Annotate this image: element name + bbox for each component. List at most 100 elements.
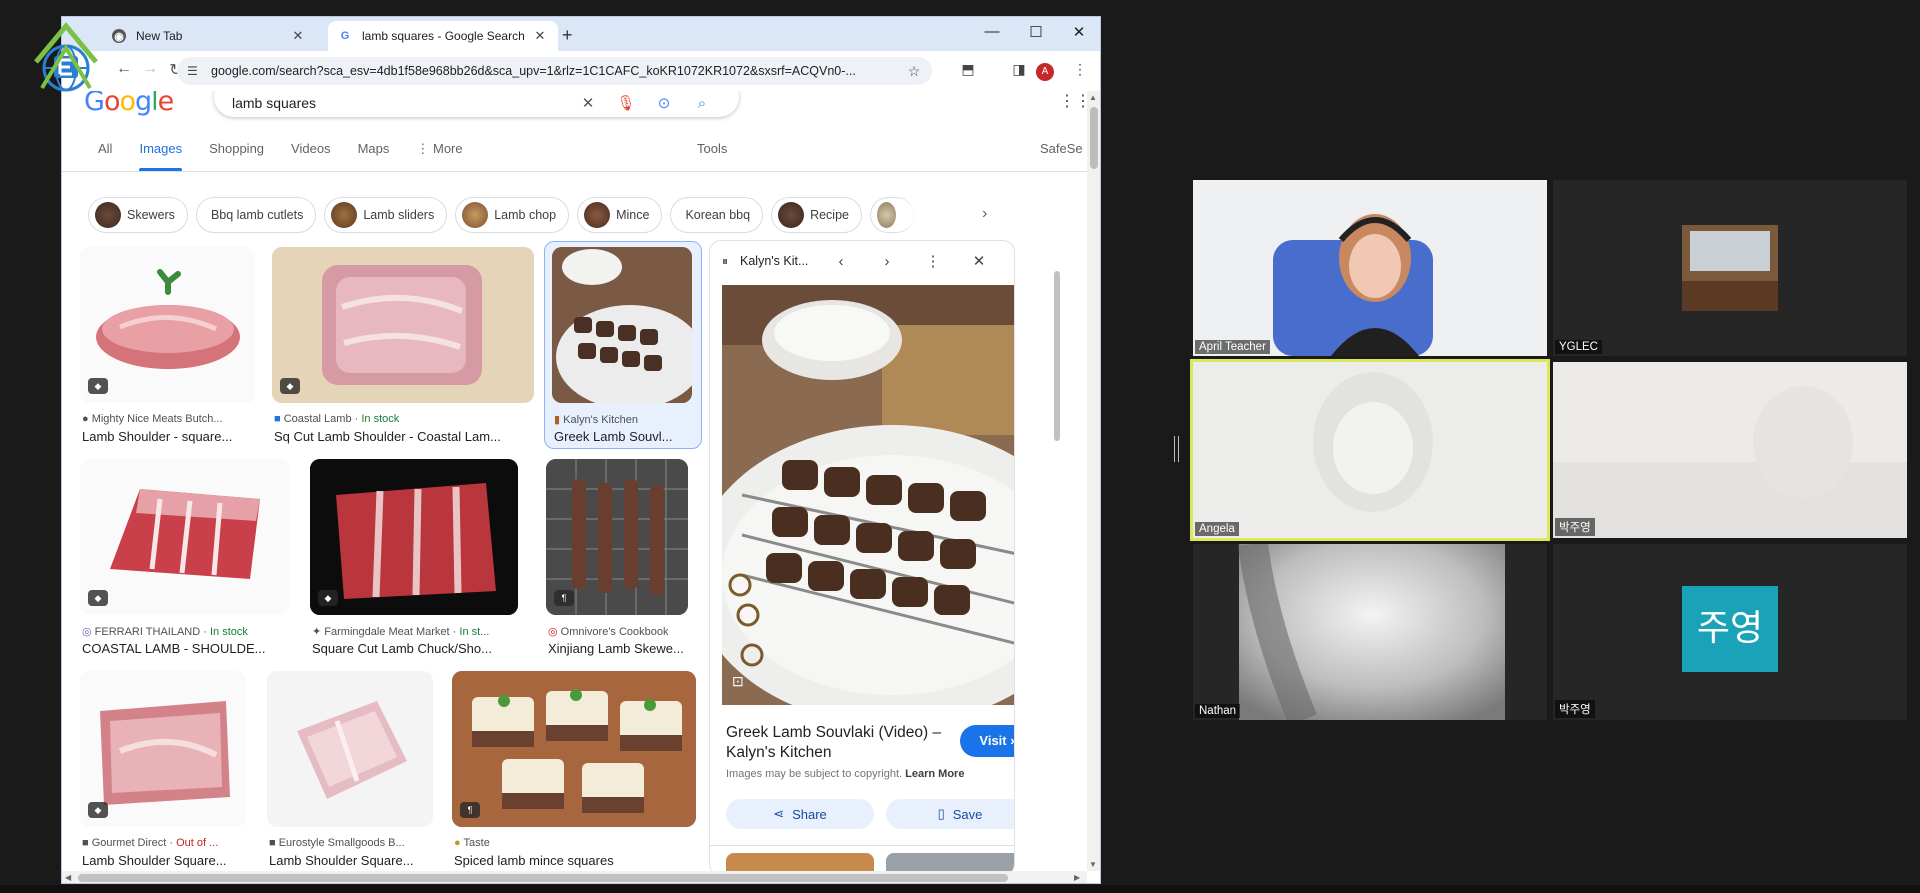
address-bar[interactable]: ☰ google.com/search?sca_esv=4db1f58e968b… (177, 57, 932, 85)
nav-tools[interactable]: Tools (697, 141, 727, 156)
scroll-down-icon[interactable]: ▼ (1089, 860, 1097, 869)
result-source: ● Taste (454, 837, 698, 849)
scroll-right-icon[interactable]: ▶ (1074, 873, 1080, 882)
image-result[interactable]: ◆ ● Mighty Nice Meats Butch... Lamb Shou… (80, 247, 255, 447)
video-tile-april-teacher[interactable]: April Teacher (1193, 180, 1547, 356)
nav-images[interactable]: Images (139, 141, 182, 171)
extensions-icon[interactable]: ⬒ (958, 61, 978, 78)
browser-menu-icon[interactable]: ⋮ (1070, 61, 1090, 78)
close-window-icon[interactable]: ✕ (1069, 23, 1089, 41)
vertical-scrollbar[interactable]: ▲ ▼ (1087, 91, 1100, 871)
chip-mince[interactable]: Mince (577, 197, 663, 233)
tab-new-tab[interactable]: ◉ New Tab ✕ (102, 21, 316, 51)
chip-recipe[interactable]: Recipe (771, 197, 862, 233)
chip-bbq-lamb-cutlets[interactable]: Bbq lamb cutlets (195, 197, 317, 233)
source-icon: ▮ (554, 414, 564, 426)
back-arrow-icon[interactable]: ← (114, 60, 134, 78)
image-result[interactable]: ◆ ✦ Farmingdale Meat Market · In st... S… (310, 459, 518, 659)
participant-video (1193, 180, 1547, 356)
chip-korean-bbq[interactable]: Korean bbq (670, 197, 764, 233)
nav-videos[interactable]: Videos (291, 141, 331, 171)
image-result[interactable]: ■ Eurostyle Smallgoods B... Lamb Shoulde… (267, 671, 433, 871)
chip-label: Bbq lamb cutlets (210, 208, 304, 222)
site-info-icon[interactable]: ☰ (187, 64, 201, 78)
panel-title[interactable]: Greek Lamb Souvlaki (Video) – Kalyn's Ki… (726, 723, 956, 763)
close-tab-icon[interactable]: ✕ (532, 28, 548, 44)
image-result[interactable]: ◆ ■ Coastal Lamb · In stock Sq Cut Lamb … (272, 247, 534, 447)
voice-search-icon[interactable]: 🎙 (607, 91, 645, 112)
google-logo[interactable]: Google (84, 91, 175, 117)
scroll-thumb[interactable] (1090, 107, 1098, 169)
nav-shopping[interactable]: Shopping (209, 141, 264, 171)
result-source-name: Mighty Nice Meats Butch... (91, 413, 223, 425)
scroll-up-icon[interactable]: ▲ (1089, 93, 1097, 102)
url-text: google.com/search?sca_esv=4db1f58e968bb2… (211, 64, 856, 78)
tab-google-search[interactable]: G lamb squares - Google Search ✕ (328, 21, 558, 51)
scroll-left-icon[interactable]: ◀ (65, 873, 71, 882)
resize-handle[interactable] (1174, 436, 1179, 462)
nav-more-label: More (432, 141, 463, 156)
preview-image[interactable]: ⊡ (710, 285, 1014, 725)
new-tab-plus-icon[interactable]: + (562, 25, 573, 46)
h-scroll-thumb[interactable] (78, 874, 1008, 882)
profile-avatar[interactable]: A (1036, 63, 1054, 81)
previous-arrow-icon[interactable]: ‹ (818, 253, 864, 270)
search-icon[interactable]: ⌕ (683, 91, 721, 112)
chip-lamb-chop[interactable]: Lamb chop (455, 197, 570, 233)
nav-maps[interactable]: Maps (358, 141, 390, 171)
maximize-icon[interactable]: ☐ (1026, 23, 1046, 41)
image-result[interactable]: ¶ ● Taste Spiced lamb mince squares (452, 671, 696, 871)
result-title: Sq Cut Lamb Shoulder - Coastal Lam... (274, 429, 501, 444)
chips-next-icon[interactable]: › (982, 205, 987, 223)
google-apps-icon[interactable]: ⋮⋮⋮ (1059, 91, 1087, 111)
nav-more[interactable]: ⋮ More (416, 141, 462, 171)
image-result[interactable]: ◆ ■ Gourmet Direct · Out of ... Lamb Sho… (80, 671, 246, 871)
bookmark-star-icon[interactable]: ☆ (906, 63, 922, 80)
chip-thumbnail (584, 202, 611, 228)
coastal-lamb-image (110, 489, 260, 579)
save-label: Save (952, 806, 983, 822)
video-tile-park-juyoung[interactable]: 박주영 (1553, 362, 1907, 538)
chip-label: Skewers (127, 208, 175, 222)
share-button[interactable]: ⋖ Share (726, 799, 874, 829)
recipe-fork-icon: ¶ (460, 802, 480, 818)
chip-skewers[interactable]: Skewers (88, 197, 188, 233)
logo-letter: e (157, 91, 175, 117)
search-box[interactable]: lamb squares ✕ 🎙 ⊙ ⌕ (214, 91, 739, 117)
lens-search-icon[interactable]: ⊙ (645, 91, 683, 112)
learn-more-link[interactable]: Learn More (905, 768, 964, 780)
image-result[interactable]: ◆ ◎ FERRARI THAILAND · In stock COASTAL … (80, 459, 290, 659)
related-image-thumbnail[interactable] (886, 853, 1014, 871)
chip-thumbnail (778, 202, 805, 228)
result-source-name: Taste (463, 837, 490, 849)
logo-letter: G (84, 91, 105, 117)
related-image-thumbnail[interactable] (726, 853, 874, 871)
image-result-selected[interactable]: ▮ Kalyn's Kitchen Greek Lamb Souvl... (544, 241, 702, 449)
video-tile-angela[interactable]: Angela (1190, 359, 1550, 541)
search-input[interactable]: lamb squares (232, 91, 569, 111)
more-options-icon[interactable]: ⋮ (910, 252, 956, 270)
save-button[interactable]: ▯ Save (886, 799, 1014, 829)
nav-safesearch[interactable]: SafeSe (1040, 141, 1083, 156)
panel-site-name[interactable]: Kalyn's Kit... (740, 254, 818, 268)
image-result[interactable]: ¶ ◎ Omnivore's Cookbook Xinjiang Lamb Sk… (546, 459, 688, 659)
panel-scroll-thumb[interactable] (1054, 271, 1060, 441)
forward-arrow-icon[interactable]: → (140, 60, 160, 78)
bookmark-icon: ▯ (937, 806, 945, 821)
side-panel-icon[interactable]: ◨ (1009, 61, 1029, 78)
panel-scrollbar[interactable] (1052, 251, 1062, 871)
result-stock: In stock (209, 626, 248, 638)
video-tile-yglec[interactable]: YGLEC (1553, 180, 1907, 356)
close-panel-icon[interactable]: ✕ (956, 252, 1002, 270)
minimize-icon[interactable]: — (982, 23, 1002, 40)
clear-search-icon[interactable]: ✕ (569, 91, 607, 112)
visit-button[interactable]: Visit › (960, 725, 1014, 757)
next-arrow-icon[interactable]: › (864, 253, 910, 270)
video-tile-park-juyoung-avatar[interactable]: 주영 박주영 (1553, 544, 1907, 720)
nav-all[interactable]: All (98, 141, 112, 171)
chip-partial[interactable] (870, 197, 914, 233)
horizontal-scrollbar[interactable]: ◀ ▶ (62, 871, 1087, 883)
video-tile-nathan[interactable]: Nathan (1193, 544, 1547, 720)
chip-lamb-sliders[interactable]: Lamb sliders (324, 197, 448, 233)
close-tab-icon[interactable]: ✕ (290, 28, 306, 44)
